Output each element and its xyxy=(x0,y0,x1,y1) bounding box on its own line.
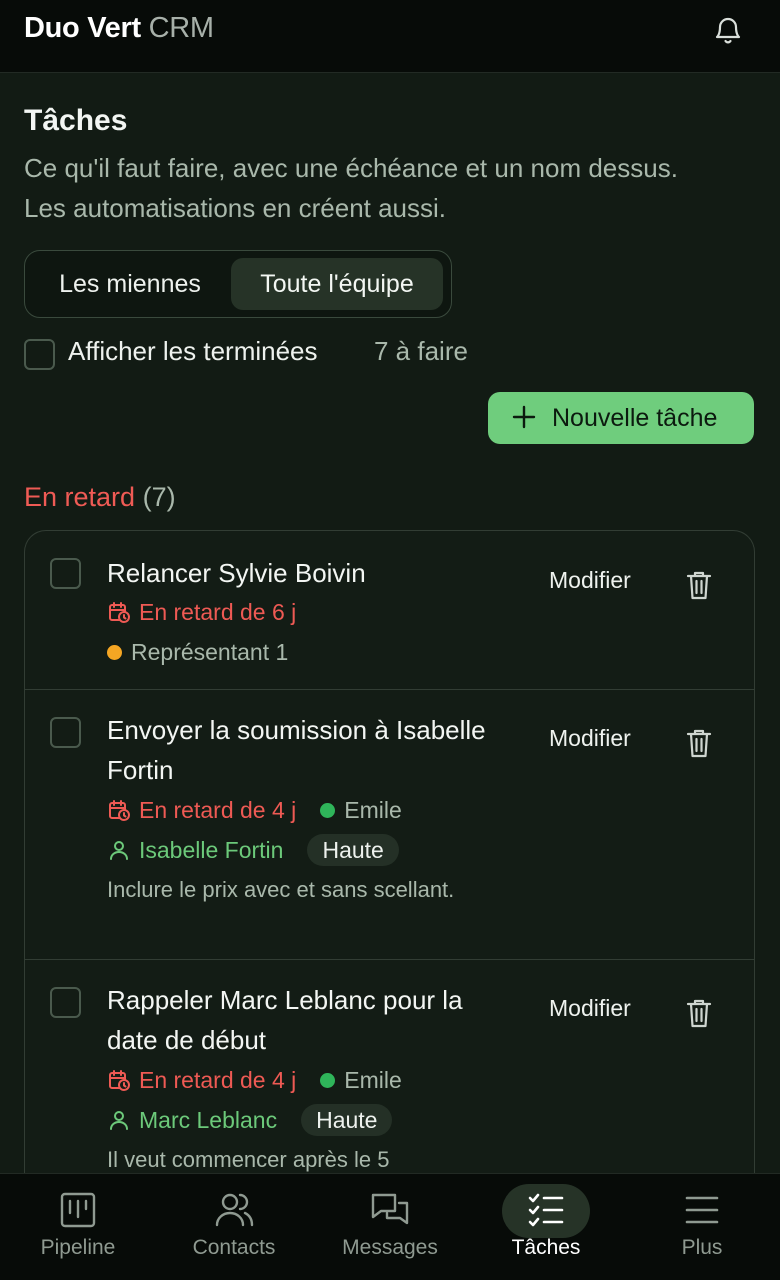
person-icon xyxy=(110,1111,128,1130)
priority-badge: Haute xyxy=(301,1104,393,1136)
section-name: En retard xyxy=(24,482,136,512)
assignee: Emile xyxy=(320,1067,402,1094)
edit-task-button[interactable]: Modifier xyxy=(549,725,631,752)
menu-icon xyxy=(685,1196,719,1224)
filter-tab-mine[interactable]: Les miennes xyxy=(35,258,225,310)
plus-icon xyxy=(512,405,536,429)
task-complete-checkbox[interactable] xyxy=(50,558,81,589)
task-contact-line: Marc Leblanc Haute xyxy=(107,1104,393,1136)
section-heading-overdue: En retard (7) xyxy=(24,482,176,513)
contact-name: Isabelle Fortin xyxy=(139,836,284,863)
top-bar: Duo Vert CRM xyxy=(0,0,780,73)
task-title[interactable]: Relancer Sylvie Boivin xyxy=(107,553,507,593)
task-due-line: En retard de 4 j Emile xyxy=(107,1064,402,1096)
overdue-indicator: En retard de 4 j xyxy=(107,1067,296,1094)
nav-label: Messages xyxy=(342,1236,438,1259)
overdue-indicator: En retard de 4 j xyxy=(107,797,296,824)
assignee-dot xyxy=(107,644,122,660)
contacts-icon xyxy=(215,1193,254,1227)
overdue-text: En retard de 6 j xyxy=(139,598,297,625)
page-title: Tâches xyxy=(24,104,128,137)
calendar-clock-icon xyxy=(109,1070,130,1091)
task-complete-checkbox[interactable] xyxy=(50,717,81,748)
contact-link[interactable]: Isabelle Fortin xyxy=(107,837,283,864)
priority-badge: Haute xyxy=(307,834,399,866)
edit-task-button[interactable]: Modifier xyxy=(549,995,631,1022)
show-completed-checkbox[interactable] xyxy=(24,339,55,370)
brand-logo[interactable]: Duo Vert CRM xyxy=(24,10,214,46)
bottom-nav: Pipeline Contacts Messages Tâches Plus xyxy=(0,1173,780,1280)
assignee-name: Emile xyxy=(344,796,402,823)
new-task-label: Nouvelle tâche xyxy=(552,404,718,432)
section-count: (7) xyxy=(142,482,176,512)
assignee: Représentant 1 xyxy=(107,639,288,666)
page-description: Ce qu'il faut faire, avec une échéance e… xyxy=(24,153,678,223)
task-note: Il veut commencer après le 5 xyxy=(107,1147,390,1172)
task-due-line: En retard de 6 j xyxy=(107,596,296,628)
task-assignee-line: Représentant 1 xyxy=(107,636,288,668)
assignee-name: Emile xyxy=(344,1066,402,1093)
overdue-indicator: En retard de 6 j xyxy=(107,599,296,626)
brand-name: Duo Vert xyxy=(24,12,141,44)
nav-contacts[interactable]: Contacts xyxy=(156,1174,312,1280)
task-title[interactable]: Envoyer la soumission à Isabelle Fortin xyxy=(107,710,507,790)
nav-more[interactable]: Plus xyxy=(624,1174,780,1280)
show-completed-label[interactable]: Afficher les terminées xyxy=(68,336,318,367)
nav-label: Contacts xyxy=(192,1236,276,1259)
filter-tab-team[interactable]: Toute l'équipe xyxy=(231,258,443,310)
assignee-dot xyxy=(320,1072,336,1088)
task-item: Relancer Sylvie Boivin En retard de 6 j … xyxy=(25,531,754,690)
assignment-filter: Les miennes Toute l'équipe xyxy=(24,250,452,318)
nav-messages[interactable]: Messages xyxy=(312,1174,468,1280)
assignee-name: Représentant 1 xyxy=(131,638,289,665)
task-note: Inclure le prix avec et sans scellant. xyxy=(107,877,455,902)
nav-pipeline[interactable]: Pipeline xyxy=(0,1174,156,1280)
nav-label: Plus xyxy=(681,1236,723,1259)
messages-icon xyxy=(371,1193,409,1225)
task-complete-checkbox[interactable] xyxy=(50,987,81,1018)
task-item: Envoyer la soumission à Isabelle Fortin … xyxy=(25,690,754,960)
pipeline-icon xyxy=(60,1192,96,1228)
task-contact-line: Isabelle Fortin Haute xyxy=(107,834,399,866)
calendar-clock-icon xyxy=(109,602,130,623)
app-screen: Duo Vert CRM Tâches Ce qu'il faut faire,… xyxy=(0,0,780,1280)
contact-link[interactable]: Marc Leblanc xyxy=(107,1107,277,1134)
task-title[interactable]: Rappeler Marc Leblanc pour la date de dé… xyxy=(107,980,507,1060)
task-list: Relancer Sylvie Boivin En retard de 6 j … xyxy=(24,530,755,1250)
overdue-text: En retard de 4 j xyxy=(139,1066,297,1093)
contact-name: Marc Leblanc xyxy=(139,1106,278,1133)
calendar-clock-icon xyxy=(109,800,130,821)
edit-task-button[interactable]: Modifier xyxy=(549,567,631,594)
task-due-line: En retard de 4 j Emile xyxy=(107,794,402,826)
assignee-dot xyxy=(320,802,336,818)
trash-icon[interactable] xyxy=(684,727,714,759)
nav-label: Tâches xyxy=(511,1236,581,1259)
todo-count: 7 à faire xyxy=(374,336,468,366)
bell-icon[interactable] xyxy=(710,11,746,47)
trash-icon[interactable] xyxy=(684,569,714,601)
person-icon xyxy=(110,841,128,860)
assignee: Emile xyxy=(320,797,402,824)
nav-tasks[interactable]: Tâches xyxy=(468,1174,624,1280)
nav-label: Pipeline xyxy=(40,1236,116,1259)
brand-suffix: CRM xyxy=(148,12,214,44)
trash-icon[interactable] xyxy=(684,997,714,1029)
tasks-icon xyxy=(528,1193,564,1227)
overdue-text: En retard de 4 j xyxy=(139,796,297,823)
new-task-button[interactable]: Nouvelle tâche xyxy=(488,392,754,444)
